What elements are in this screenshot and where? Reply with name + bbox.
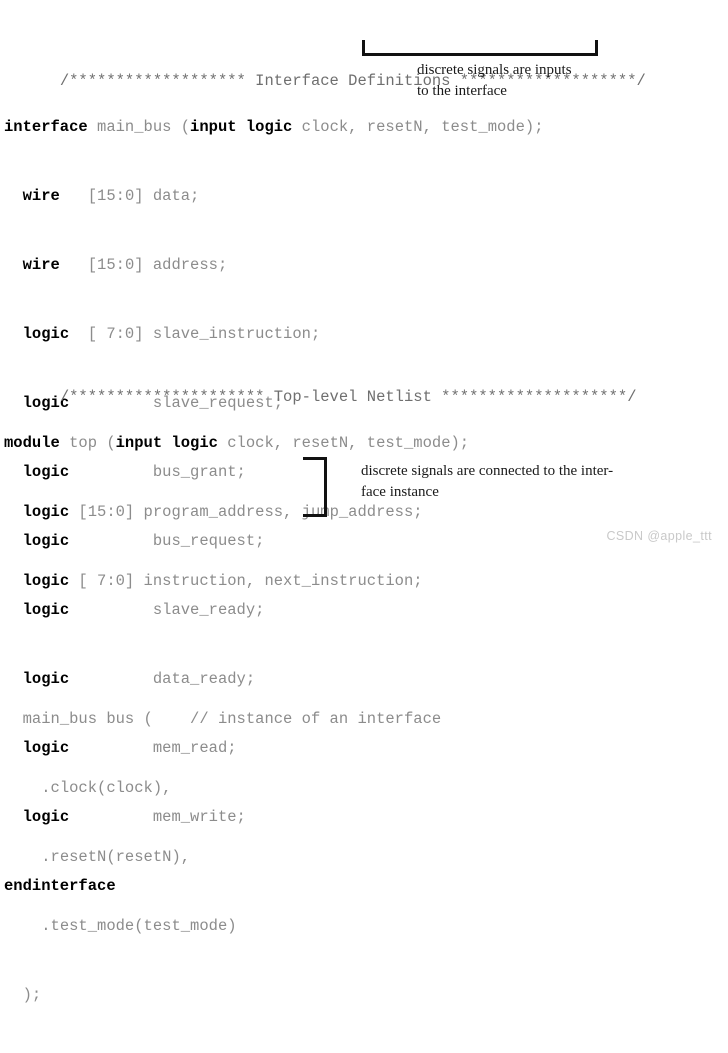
code-text: [15:0] data; <box>59 187 200 205</box>
keyword-logic: logic <box>22 572 70 590</box>
code-line-port-test-mode: .test_mode(test_mode) <box>4 915 637 938</box>
code-line-logic-instruction: logic [ 7:0] instruction, next_instructi… <box>4 570 637 593</box>
keyword-logic: logic <box>22 503 70 521</box>
code-line-wire-data: wire [15:0] data; <box>4 185 646 208</box>
code-text: main_bus ( <box>87 118 191 136</box>
keyword-wire: wire <box>22 256 60 274</box>
code-text: ); <box>22 986 42 1004</box>
code-line-bus-instance: main_bus bus ( // instance of an interfa… <box>4 708 637 731</box>
keyword-input-logic: input logic <box>190 118 293 136</box>
code-figure-page: /******************* Interface Definitio… <box>0 0 728 1004</box>
banner-text: /********************* Top-level Netlist… <box>59 388 637 406</box>
code-text: [15:0] program_address, jump_address; <box>69 503 423 521</box>
code-line-port-clock: .clock(clock), <box>4 777 637 800</box>
watermark-label: CSDN @apple_ttt <box>606 529 712 543</box>
keyword-input-logic: input logic <box>115 434 218 452</box>
code-line-port-resetn: .resetN(resetN), <box>4 846 637 869</box>
top-level-netlist-code-block: /********************* Top-level Netlist… <box>4 317 637 1053</box>
bracket-right-instance-ports-icon <box>303 457 327 517</box>
code-text: top ( <box>59 434 116 452</box>
code-text-ports: clock, resetN, test_mode); <box>292 118 544 136</box>
annotation-discrete-signals-are-inputs: discrete signals are inputs to the inter… <box>417 62 572 99</box>
code-line-instance-close: ); <box>4 984 637 1007</box>
code-text: [ 7:0] instruction, next_instruction; <box>69 572 423 590</box>
code-line-module-decl: module top (input logic clock, resetN, t… <box>4 432 637 455</box>
annotation-discrete-signals-are-connected: discrete signals are connected to the in… <box>361 463 614 500</box>
code-text: .test_mode(test_mode) <box>41 917 237 935</box>
code-text: .clock(clock), <box>41 779 172 797</box>
code-line-wire-address: wire [15:0] address; <box>4 254 646 277</box>
code-line-interface-decl: interface main_bus (input logic clock, r… <box>4 116 646 139</box>
code-text: [15:0] address; <box>59 256 228 274</box>
code-banner-netlist: /********************* Top-level Netlist… <box>4 363 637 406</box>
keyword-wire: wire <box>22 187 60 205</box>
code-text: .resetN(resetN), <box>41 848 191 866</box>
keyword-module: module <box>4 434 60 452</box>
keyword-interface: interface <box>4 118 88 136</box>
code-text: main_bus bus ( // instance of an interfa… <box>22 710 442 728</box>
code-text-ports: clock, resetN, test_mode); <box>217 434 470 452</box>
bracket-underline-ports-icon <box>362 40 598 56</box>
